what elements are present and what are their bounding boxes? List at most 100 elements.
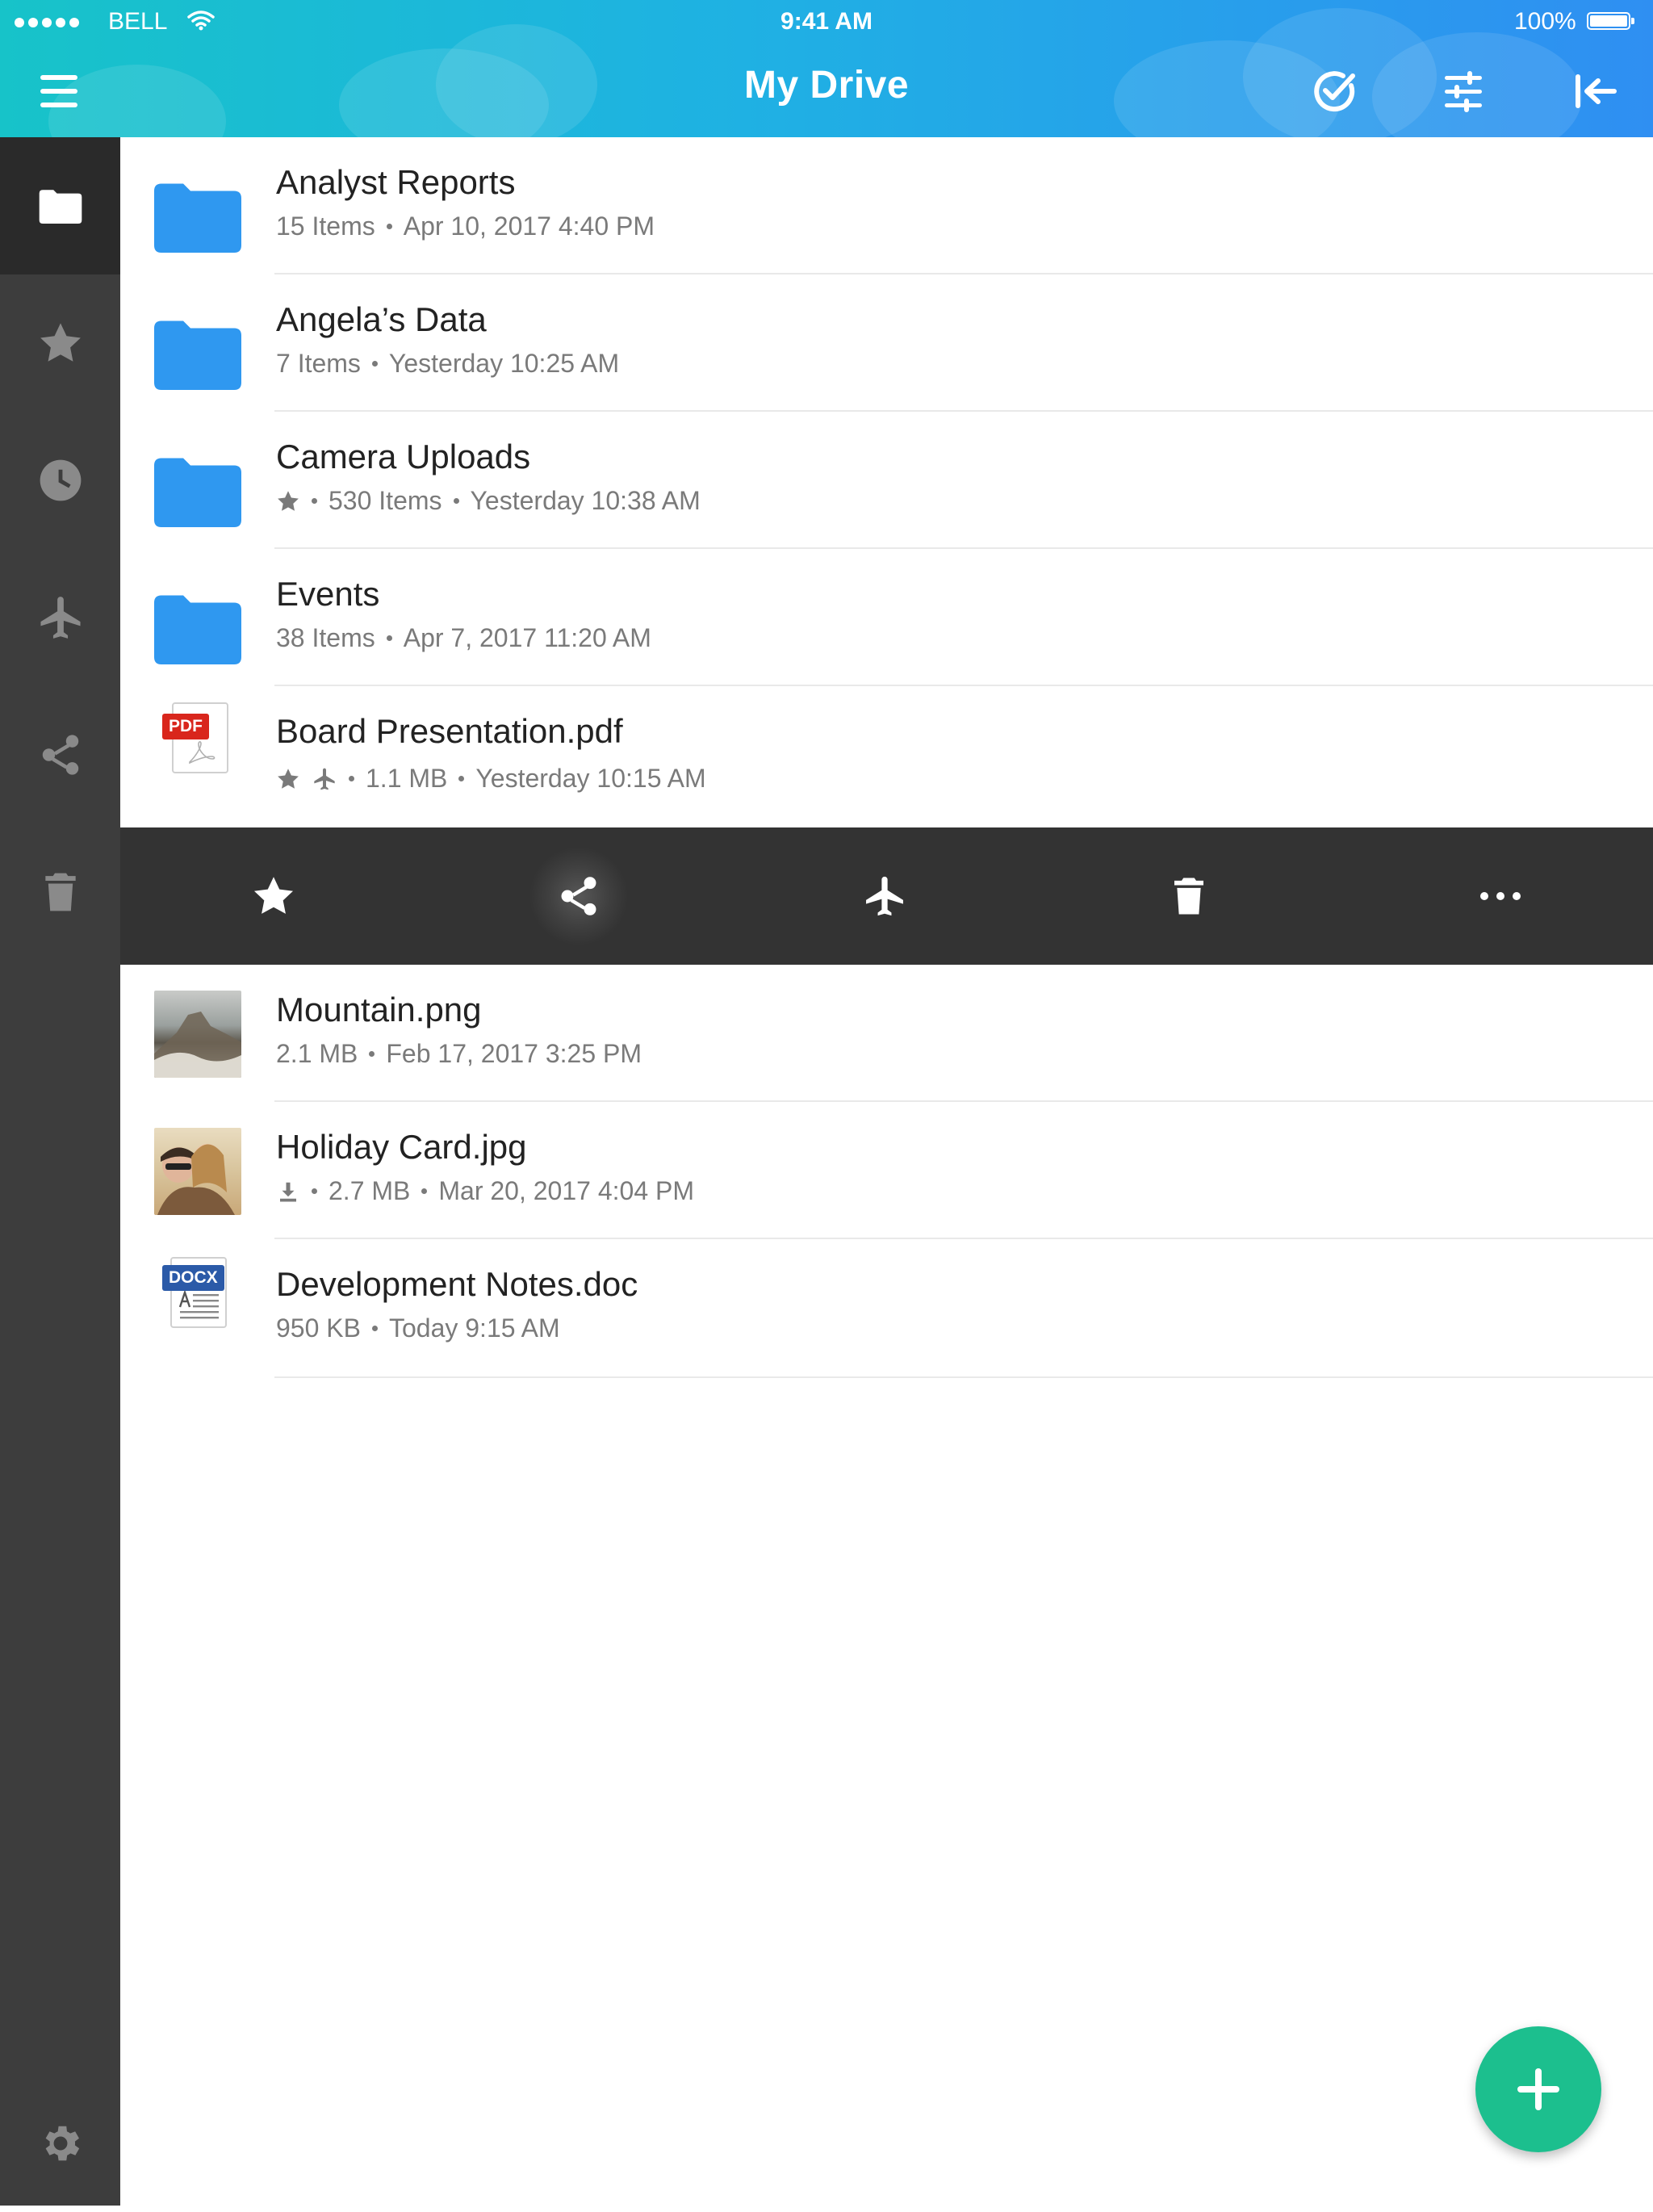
folder-icon bbox=[154, 310, 241, 397]
starred-star-icon bbox=[276, 489, 300, 513]
item-count: 15 Items bbox=[276, 212, 375, 241]
separator-dot bbox=[386, 224, 392, 229]
file-name: Camera Uploads bbox=[276, 438, 531, 475]
file-row-folder[interactable]: Angela’s Data 7 Items Yesterday 10:25 AM bbox=[120, 274, 1653, 412]
sidebar-item-recent[interactable] bbox=[0, 412, 120, 549]
offline-action-button[interactable] bbox=[852, 864, 917, 928]
status-bar: BELL 9:41 AM 100% bbox=[0, 0, 1653, 45]
separator-dot bbox=[312, 498, 317, 504]
page-title: My Drive bbox=[743, 64, 910, 107]
separator-dot bbox=[421, 1188, 428, 1194]
modified-date: Feb 17, 2017 3:25 PM bbox=[386, 1039, 642, 1068]
gear-icon bbox=[37, 2120, 84, 2167]
pdf-badge: PDF bbox=[162, 714, 209, 739]
file-row-pdf[interactable]: PDF Board Presentation.pdf 1.1 MB Yester… bbox=[120, 686, 1653, 827]
airplane-icon bbox=[36, 593, 86, 643]
sidebar bbox=[0, 137, 120, 2206]
file-row-folder[interactable]: Events 38 Items Apr 7, 2017 11:20 AM bbox=[120, 549, 1653, 686]
item-count: 7 Items bbox=[276, 349, 361, 378]
select-mode-button[interactable] bbox=[1308, 65, 1361, 118]
docx-badge: DOCX bbox=[162, 1265, 224, 1291]
battery-percentage: 100% bbox=[1514, 8, 1576, 35]
plus-icon bbox=[1517, 2068, 1559, 2110]
airplane-icon bbox=[861, 873, 908, 920]
separator-dot bbox=[312, 1188, 317, 1194]
modified-date: Apr 10, 2017 4:40 PM bbox=[403, 212, 655, 241]
modified-date: Mar 20, 2017 4:04 PM bbox=[438, 1176, 694, 1205]
file-size: 2.7 MB bbox=[329, 1176, 411, 1205]
modified-date: Yesterday 10:38 AM bbox=[470, 486, 701, 515]
sort-filter-button[interactable] bbox=[1437, 65, 1490, 118]
item-count: 38 Items bbox=[276, 623, 375, 652]
clock-icon bbox=[37, 457, 84, 504]
row-divider bbox=[274, 1376, 1653, 1378]
file-meta: 7 Items Yesterday 10:25 AM bbox=[276, 349, 619, 379]
sliders-icon bbox=[1445, 71, 1482, 112]
file-row-image[interactable]: Holiday Card.jpg 2.7 MB Mar 20, 2017 4:0… bbox=[120, 1102, 1653, 1239]
folder-icon bbox=[154, 447, 241, 534]
star-action-button[interactable] bbox=[241, 864, 306, 928]
modified-date: Today 9:15 AM bbox=[388, 1313, 560, 1343]
separator-dot bbox=[458, 776, 465, 781]
sidebar-item-my-drive[interactable] bbox=[0, 137, 120, 274]
item-count: 530 Items bbox=[329, 486, 442, 515]
modified-date: Yesterday 10:15 AM bbox=[475, 764, 706, 793]
separator-dot bbox=[371, 361, 378, 367]
app-header: BELL 9:41 AM 100% My Drive bbox=[0, 0, 1653, 137]
folder-icon bbox=[154, 173, 241, 260]
file-meta: 15 Items Apr 10, 2017 4:40 PM bbox=[276, 212, 655, 241]
star-icon bbox=[251, 873, 296, 919]
share-icon bbox=[37, 731, 84, 778]
more-actions-button[interactable] bbox=[1468, 864, 1533, 928]
mountain-thumbnail bbox=[154, 991, 241, 1078]
sidebar-item-trash[interactable] bbox=[0, 823, 120, 961]
delete-action-button[interactable] bbox=[1157, 864, 1221, 928]
file-row-folder[interactable]: Camera Uploads 530 Items Yesterday 10:38… bbox=[120, 412, 1653, 549]
sidebar-item-offline[interactable] bbox=[0, 549, 120, 686]
separator-dot bbox=[349, 776, 354, 781]
docx-file-icon: DOCX bbox=[162, 1257, 227, 1328]
sidebar-item-settings[interactable] bbox=[0, 2075, 120, 2212]
more-icon bbox=[1480, 892, 1521, 900]
separator-dot bbox=[386, 635, 392, 641]
file-name: Development Notes.doc bbox=[276, 1265, 638, 1303]
file-action-bar bbox=[120, 827, 1653, 965]
file-meta: 2.1 MB Feb 17, 2017 3:25 PM bbox=[276, 1039, 642, 1069]
holiday-card-thumbnail bbox=[154, 1128, 241, 1215]
file-meta: 2.7 MB Mar 20, 2017 4:04 PM bbox=[276, 1176, 694, 1206]
file-name: Board Presentation.pdf bbox=[276, 712, 623, 750]
file-name: Events bbox=[276, 575, 380, 613]
file-name: Angela’s Data bbox=[276, 300, 487, 338]
file-row-folder[interactable]: Analyst Reports 15 Items Apr 10, 2017 4:… bbox=[120, 137, 1653, 274]
separator-dot bbox=[453, 498, 459, 504]
collapse-sidebar-button[interactable] bbox=[1569, 65, 1622, 118]
starred-star-icon bbox=[276, 767, 300, 791]
battery-icon bbox=[1587, 12, 1634, 30]
folder-icon bbox=[39, 188, 82, 224]
trash-icon bbox=[1167, 874, 1211, 918]
file-size: 1.1 MB bbox=[366, 764, 448, 793]
file-name: Analyst Reports bbox=[276, 163, 516, 201]
add-new-button[interactable] bbox=[1475, 2026, 1601, 2152]
offline-airplane-icon bbox=[312, 766, 337, 792]
sidebar-item-shared[interactable] bbox=[0, 686, 120, 823]
folder-icon bbox=[154, 584, 241, 672]
file-size: 950 KB bbox=[276, 1313, 361, 1343]
separator-dot bbox=[369, 1051, 375, 1057]
file-meta: 38 Items Apr 7, 2017 11:20 AM bbox=[276, 623, 651, 653]
trash-icon bbox=[38, 869, 83, 915]
arrow-to-left-icon bbox=[1576, 74, 1617, 108]
file-row-docx[interactable]: DOCX Development Notes.doc 950 KB Today … bbox=[120, 1239, 1653, 1378]
share-icon bbox=[556, 873, 601, 919]
sidebar-item-starred[interactable] bbox=[0, 274, 120, 412]
status-time: 9:41 AM bbox=[780, 8, 873, 35]
separator-dot bbox=[371, 1326, 378, 1331]
share-action-button[interactable] bbox=[530, 848, 627, 945]
file-name: Mountain.png bbox=[276, 991, 482, 1028]
file-row-image[interactable]: Mountain.png 2.1 MB Feb 17, 2017 3:25 PM bbox=[120, 965, 1653, 1102]
file-meta: 950 KB Today 9:15 AM bbox=[276, 1313, 560, 1343]
check-circle-icon bbox=[1314, 71, 1355, 112]
star-icon bbox=[37, 320, 84, 367]
document-lines-icon bbox=[178, 1291, 219, 1319]
file-size: 2.1 MB bbox=[276, 1039, 358, 1068]
